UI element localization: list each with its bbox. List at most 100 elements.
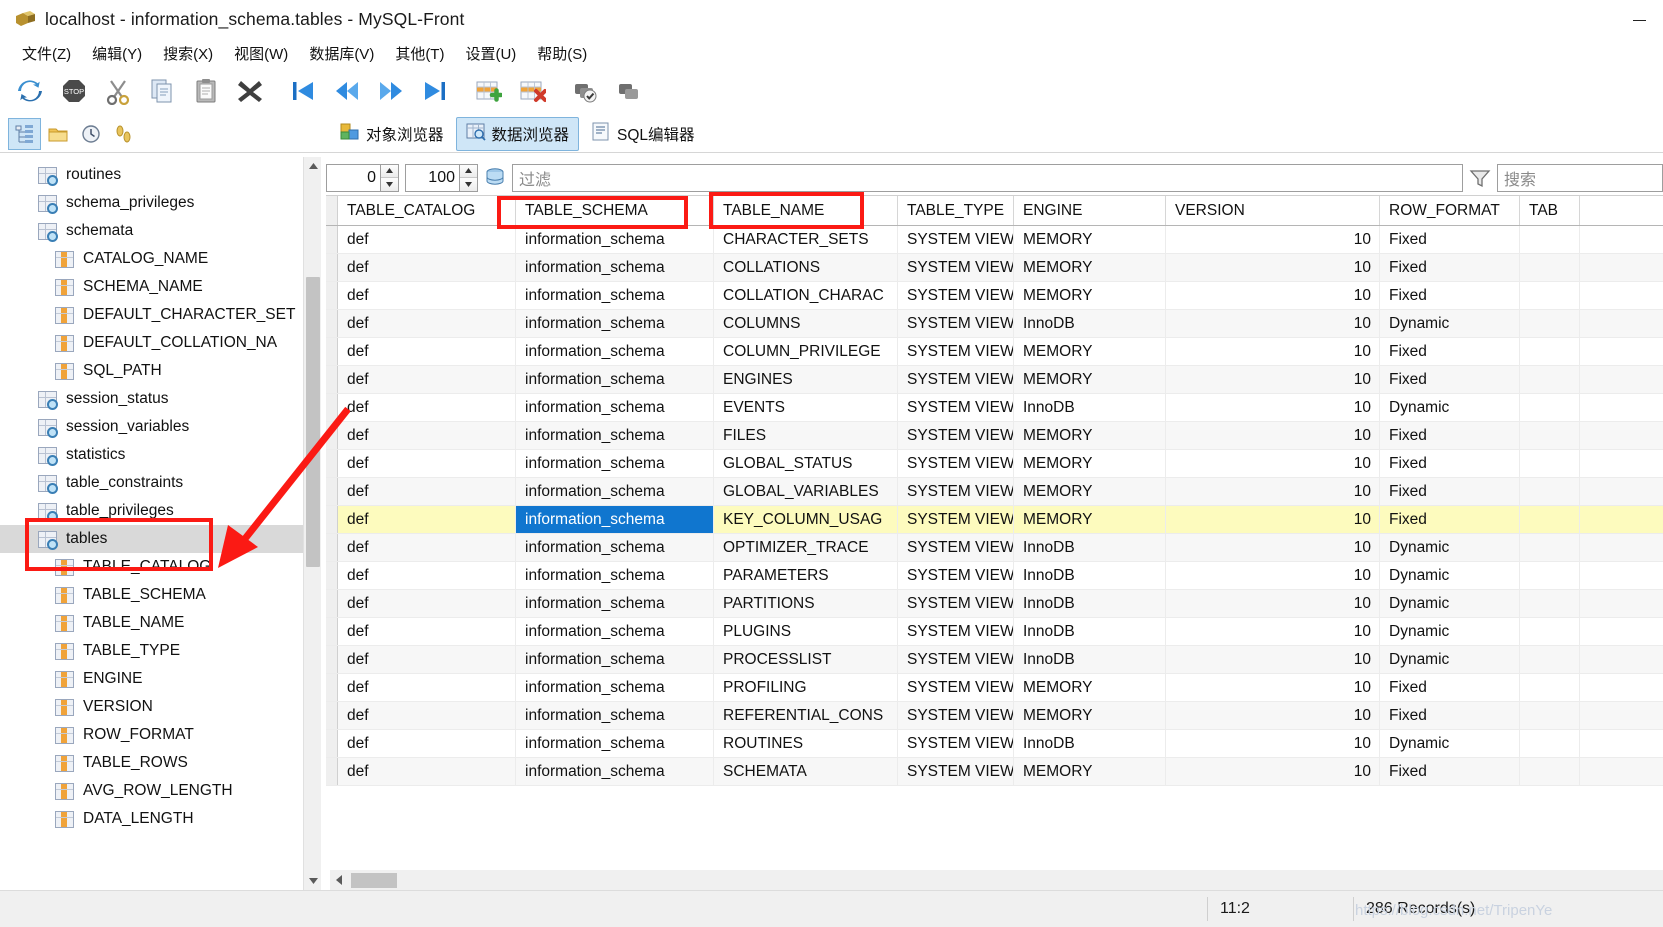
- row-header[interactable]: [326, 590, 338, 617]
- table-cell[interactable]: def: [338, 394, 516, 421]
- tree-item-tables[interactable]: tables: [0, 525, 321, 553]
- table-cell[interactable]: Fixed: [1380, 338, 1520, 365]
- table-cell[interactable]: information_schema: [516, 730, 714, 757]
- table-cell[interactable]: SYSTEM VIEW: [898, 590, 1014, 617]
- tree-item-schemata[interactable]: schemata: [0, 217, 321, 245]
- table-cell[interactable]: Fixed: [1380, 478, 1520, 505]
- tab-data-browser[interactable]: 数据浏览器: [455, 117, 580, 151]
- table-cell[interactable]: 10: [1166, 674, 1380, 701]
- table-cell[interactable]: SYSTEM VIEW: [898, 310, 1014, 337]
- table-cell[interactable]: information_schema: [516, 758, 714, 785]
- table-cell[interactable]: InnoDB: [1014, 310, 1166, 337]
- table-cell[interactable]: Fixed: [1380, 422, 1520, 449]
- tree-item-table-constraints[interactable]: table_constraints: [0, 469, 321, 497]
- row-header[interactable]: [326, 702, 338, 729]
- table-cell[interactable]: def: [338, 310, 516, 337]
- table-cell[interactable]: information_schema: [516, 450, 714, 477]
- menu-search[interactable]: 搜索(X): [153, 41, 224, 66]
- table-row[interactable]: def information_schema PLUGINS SYSTEM VIEW I…: [326, 618, 1663, 646]
- table-cell[interactable]: [1520, 422, 1580, 449]
- grid-horizontal-scrollbar[interactable]: [330, 870, 1663, 890]
- apply-limit-icon[interactable]: [478, 163, 512, 193]
- table-cell[interactable]: MEMORY: [1014, 478, 1166, 505]
- row-header[interactable]: [326, 758, 338, 785]
- tree-item-avg-row-length[interactable]: AVG_ROW_LENGTH: [0, 777, 321, 805]
- limit-stepper[interactable]: 100: [405, 163, 478, 192]
- table-row[interactable]: def information_schema COLUMNS SYSTEM VIEW I…: [326, 310, 1663, 338]
- table-cell[interactable]: Fixed: [1380, 282, 1520, 309]
- table-cell[interactable]: Fixed: [1380, 674, 1520, 701]
- table-cell[interactable]: def: [338, 758, 516, 785]
- table-cell[interactable]: def: [338, 562, 516, 589]
- tree-item-table-name[interactable]: TABLE_NAME: [0, 609, 321, 637]
- table-cell[interactable]: SYSTEM VIEW: [898, 366, 1014, 393]
- table-cell[interactable]: information_schema: [516, 618, 714, 645]
- table-cell[interactable]: SYSTEM VIEW: [898, 254, 1014, 281]
- table-cell[interactable]: information_schema: [516, 562, 714, 589]
- table-cell[interactable]: def: [338, 506, 516, 533]
- table-cell[interactable]: SYSTEM VIEW: [898, 478, 1014, 505]
- table-cell[interactable]: KEY_COLUMN_USAG: [714, 506, 898, 533]
- table-row[interactable]: def information_schema COLUMN_PRIVILEGE SYS…: [326, 338, 1663, 366]
- table-row[interactable]: def information_schema CHARACTER_SETS SYSTE…: [326, 226, 1663, 254]
- table-cell[interactable]: [1520, 758, 1580, 785]
- table-cell[interactable]: SYSTEM VIEW: [898, 702, 1014, 729]
- table-cell[interactable]: 10: [1166, 562, 1380, 589]
- table-cell[interactable]: [1520, 282, 1580, 309]
- row-header[interactable]: [326, 366, 338, 393]
- table-cell[interactable]: InnoDB: [1014, 562, 1166, 589]
- commit-icon[interactable]: [563, 69, 607, 113]
- refresh-icon[interactable]: [8, 69, 52, 113]
- table-cell[interactable]: GLOBAL_STATUS: [714, 450, 898, 477]
- table-cell[interactable]: SYSTEM VIEW: [898, 282, 1014, 309]
- table-cell[interactable]: information_schema: [516, 254, 714, 281]
- table-cell[interactable]: def: [338, 226, 516, 253]
- table-cell[interactable]: [1520, 338, 1580, 365]
- table-cell[interactable]: InnoDB: [1014, 730, 1166, 757]
- table-cell[interactable]: 10: [1166, 394, 1380, 421]
- column-header-table-name[interactable]: TABLE_NAME: [714, 196, 898, 225]
- table-cell[interactable]: MEMORY: [1014, 674, 1166, 701]
- scroll-down-arrow[interactable]: [304, 872, 321, 890]
- table-cell[interactable]: Fixed: [1380, 702, 1520, 729]
- row-header[interactable]: [326, 674, 338, 701]
- column-header-row-format[interactable]: ROW_FORMAT: [1380, 196, 1520, 225]
- row-header[interactable]: [326, 534, 338, 561]
- tree-item-table-schema[interactable]: TABLE_SCHEMA: [0, 581, 321, 609]
- table-cell[interactable]: 10: [1166, 422, 1380, 449]
- tree-item-session-status[interactable]: session_status: [0, 385, 321, 413]
- row-header[interactable]: [326, 506, 338, 533]
- table-cell[interactable]: MEMORY: [1014, 758, 1166, 785]
- table-cell[interactable]: 10: [1166, 702, 1380, 729]
- table-cell[interactable]: EVENTS: [714, 394, 898, 421]
- search-input[interactable]: 搜索: [1497, 163, 1663, 192]
- row-header[interactable]: [326, 730, 338, 757]
- table-cell[interactable]: SYSTEM VIEW: [898, 618, 1014, 645]
- table-cell[interactable]: COLUMN_PRIVILEGE: [714, 338, 898, 365]
- table-row[interactable]: def information_schema PARAMETERS SYSTEM VI…: [326, 562, 1663, 590]
- table-row[interactable]: def information_schema GLOBAL_VARIABLES SYS…: [326, 478, 1663, 506]
- table-cell[interactable]: def: [338, 282, 516, 309]
- limit-input[interactable]: 100: [405, 163, 459, 192]
- table-cell[interactable]: [1520, 310, 1580, 337]
- table-cell[interactable]: information_schema: [516, 226, 714, 253]
- minimize-button[interactable]: [1615, 0, 1663, 40]
- tree-item-table-privileges[interactable]: table_privileges: [0, 497, 321, 525]
- table-cell[interactable]: SYSTEM VIEW: [898, 394, 1014, 421]
- tree-item-engine[interactable]: ENGINE: [0, 665, 321, 693]
- limit-decrement-button[interactable]: [460, 178, 477, 191]
- table-cell[interactable]: def: [338, 338, 516, 365]
- table-cell[interactable]: SYSTEM VIEW: [898, 730, 1014, 757]
- column-header-table-type[interactable]: TABLE_TYPE: [898, 196, 1014, 225]
- scroll-up-arrow[interactable]: [304, 157, 321, 175]
- table-cell[interactable]: PROCESSLIST: [714, 646, 898, 673]
- table-cell[interactable]: def: [338, 254, 516, 281]
- table-cell[interactable]: 10: [1166, 534, 1380, 561]
- menu-help[interactable]: 帮助(S): [527, 41, 598, 66]
- offset-increment-button[interactable]: [381, 164, 398, 178]
- rollback-icon[interactable]: [607, 69, 651, 113]
- sidebar-scroll-thumb[interactable]: [306, 277, 320, 567]
- table-cell[interactable]: 10: [1166, 450, 1380, 477]
- tree-item-schema-privileges[interactable]: schema_privileges: [0, 189, 321, 217]
- table-cell[interactable]: [1520, 562, 1580, 589]
